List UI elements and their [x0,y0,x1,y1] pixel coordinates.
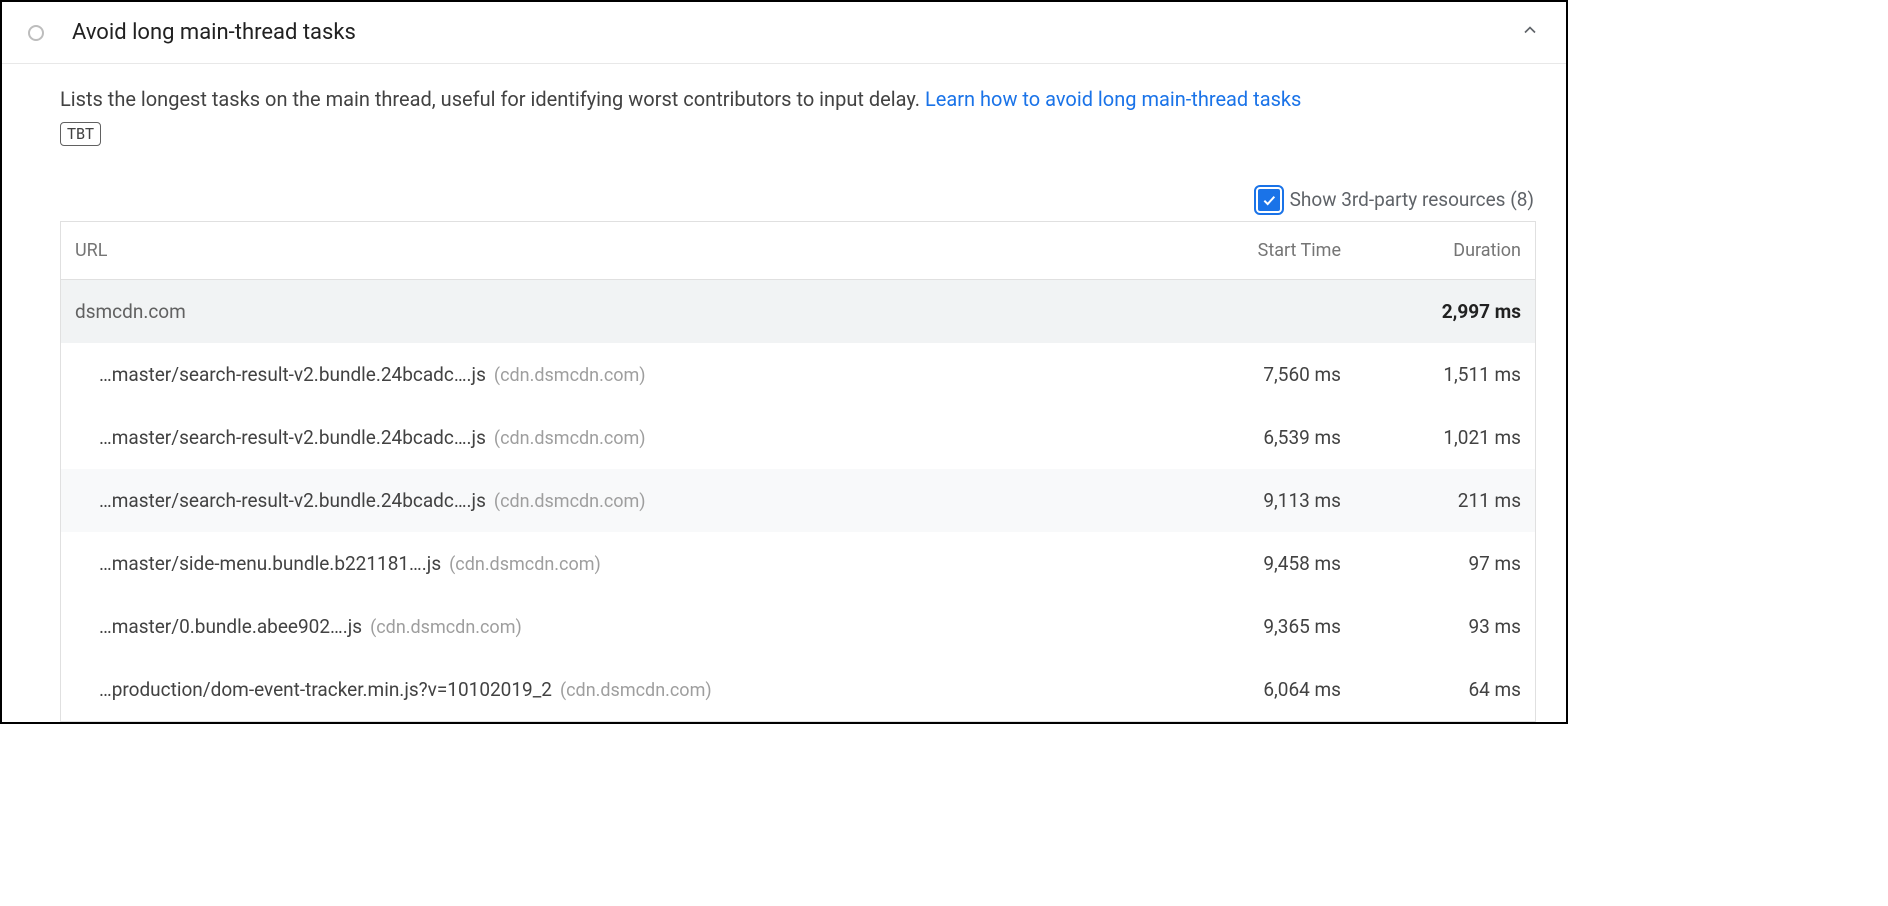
group-duration: 2,997 ms [1341,300,1521,323]
audit-header[interactable]: Avoid long main-thread tasks [2,2,1566,64]
row-url: …master/search-result-v2.bundle.24bcadc…… [99,426,1161,449]
table-group-row[interactable]: dsmcdn.com 2,997 ms [61,280,1535,343]
table-row[interactable]: …master/side-menu.bundle.b221181….js (cdn… [61,532,1535,595]
learn-more-link[interactable]: Learn how to avoid long main-thread task… [925,87,1301,111]
group-domain: dsmcdn.com [75,300,1161,323]
row-path: …master/search-result-v2.bundle.24bcadc…… [99,489,486,512]
audit-title: Avoid long main-thread tasks [72,20,1520,45]
row-domain: (cdn.dsmcdn.com) [560,680,712,701]
row-domain: (cdn.dsmcdn.com) [494,491,646,512]
row-duration: 97 ms [1341,552,1521,575]
row-duration: 1,511 ms [1341,363,1521,386]
row-path: …master/side-menu.bundle.b221181….js [99,552,441,575]
audit-panel: Avoid long main-thread tasks Lists the l… [0,0,1568,724]
row-domain: (cdn.dsmcdn.com) [449,554,601,575]
row-duration: 1,021 ms [1341,426,1521,449]
table-row[interactable]: …master/search-result-v2.bundle.24bcadc…… [61,343,1535,406]
audit-description: Lists the longest tasks on the main thre… [60,84,1536,114]
chevron-up-icon[interactable] [1520,20,1540,45]
column-header-url: URL [75,240,1161,261]
table-row[interactable]: …master/search-result-v2.bundle.24bcadc…… [61,469,1535,532]
table-row[interactable]: …master/0.bundle.abee902….js (cdn.dsmcdn.… [61,595,1535,658]
row-duration: 93 ms [1341,615,1521,638]
row-domain: (cdn.dsmcdn.com) [370,617,522,638]
third-party-checkbox[interactable] [1258,189,1280,211]
table-row[interactable]: …production/dom-event-tracker.min.js?v=1… [61,658,1535,721]
row-path: …production/dom-event-tracker.min.js?v=1… [99,678,552,701]
row-start-time: 9,365 ms [1161,615,1341,638]
row-url: …production/dom-event-tracker.min.js?v=1… [99,678,1161,701]
third-party-toggle-row: Show 3rd-party resources (8) [60,188,1536,211]
row-duration: 64 ms [1341,678,1521,701]
row-start-time: 9,113 ms [1161,489,1341,512]
metric-badge: TBT [60,122,101,146]
row-start-time: 7,560 ms [1161,363,1341,386]
tasks-table: URL Start Time Duration dsmcdn.com 2,997… [60,221,1536,722]
status-circle-icon [28,25,44,41]
row-start-time: 6,064 ms [1161,678,1341,701]
table-row[interactable]: …master/search-result-v2.bundle.24bcadc…… [61,406,1535,469]
row-duration: 211 ms [1341,489,1521,512]
row-domain: (cdn.dsmcdn.com) [494,365,646,386]
third-party-toggle-label: Show 3rd-party resources (8) [1290,188,1534,211]
row-url: …master/search-result-v2.bundle.24bcadc…… [99,363,1161,386]
row-url: …master/search-result-v2.bundle.24bcadc…… [99,489,1161,512]
column-header-start: Start Time [1161,240,1341,261]
row-url: …master/side-menu.bundle.b221181….js (cdn… [99,552,1161,575]
row-path: …master/search-result-v2.bundle.24bcadc…… [99,363,486,386]
row-path: …master/search-result-v2.bundle.24bcadc…… [99,426,486,449]
audit-body: Lists the longest tasks on the main thre… [2,64,1566,722]
row-start-time: 6,539 ms [1161,426,1341,449]
row-domain: (cdn.dsmcdn.com) [494,428,646,449]
row-url: …master/0.bundle.abee902….js (cdn.dsmcdn.… [99,615,1161,638]
table-header: URL Start Time Duration [61,222,1535,280]
group-start [1161,300,1341,323]
column-header-duration: Duration [1341,240,1521,261]
row-start-time: 9,458 ms [1161,552,1341,575]
description-text: Lists the longest tasks on the main thre… [60,87,925,111]
row-path: …master/0.bundle.abee902….js [99,615,362,638]
